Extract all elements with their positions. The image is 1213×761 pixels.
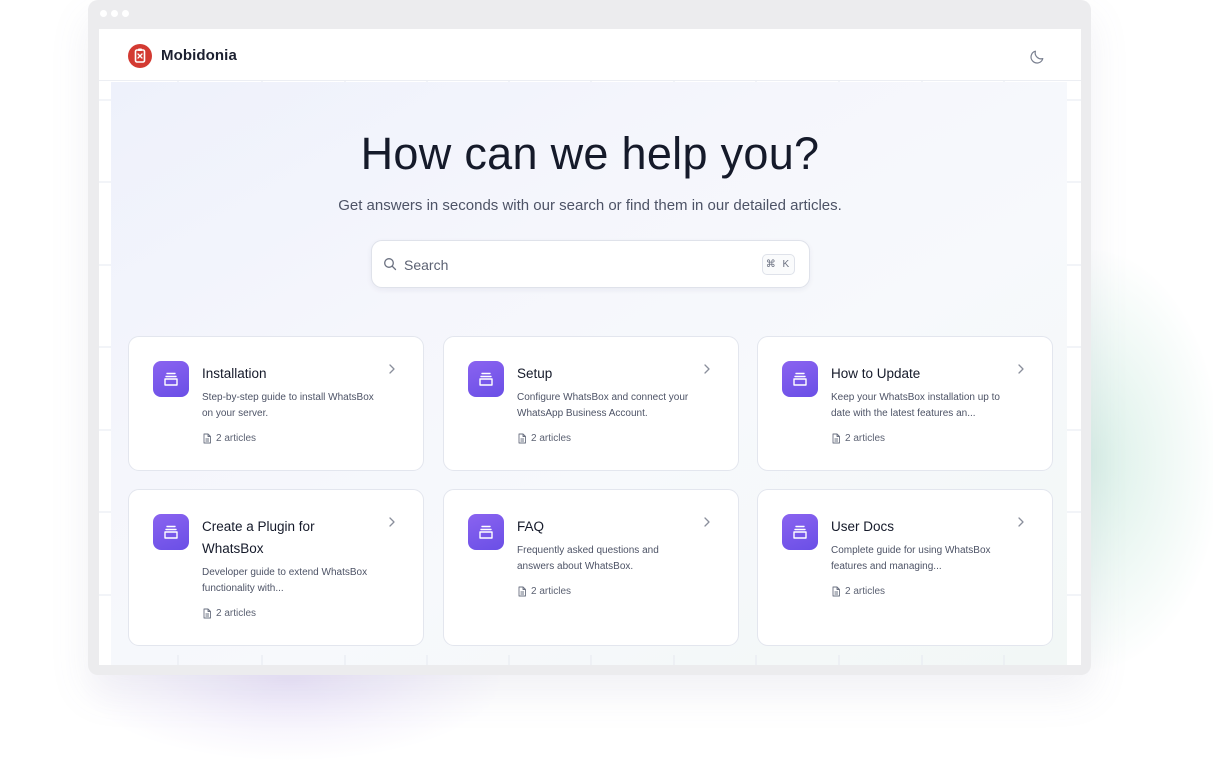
- document-icon: [832, 586, 840, 597]
- category-title: Create a Plugin for WhatsBox: [202, 519, 315, 556]
- window-dot: [122, 10, 129, 17]
- category-card-how-to-update[interactable]: How to Update Keep your WhatsBox install…: [757, 336, 1053, 471]
- category-title: User Docs: [831, 519, 895, 534]
- category-title: How to Update: [831, 366, 921, 381]
- category-title: Setup: [517, 366, 553, 381]
- document-icon: [203, 608, 211, 619]
- category-meta-text: 2 articles: [845, 586, 886, 597]
- category-card-user-docs[interactable]: User Docs Complete guide for using Whats…: [757, 489, 1053, 646]
- category-meta-text: 2 articles: [216, 433, 257, 444]
- chevron-right-icon: [704, 364, 710, 374]
- document-icon: [203, 433, 211, 444]
- category-card-installation[interactable]: Installation Step-by-step guide to insta…: [128, 336, 424, 471]
- category-article-count: 2 articles: [202, 608, 256, 619]
- category-title: Installation: [202, 366, 267, 381]
- category-folder-icon: [782, 514, 818, 550]
- category-folder-icon: [782, 361, 818, 397]
- chevron-right-icon: [704, 517, 710, 527]
- window-dot: [111, 10, 118, 17]
- category-article-count: 2 articles: [831, 433, 885, 444]
- search-placeholder: Search: [404, 257, 449, 273]
- category-description: Step-by-step guide to install WhatsBox o…: [202, 392, 374, 419]
- window-dot: [100, 10, 107, 17]
- category-article-count: 2 articles: [517, 586, 571, 597]
- search-input[interactable]: Search ⌘ K: [371, 240, 810, 288]
- category-description: Configure WhatsBox and connect your What…: [517, 392, 689, 419]
- chevron-right-icon: [389, 517, 395, 527]
- category-card-create-plugin[interactable]: Create a Plugin for WhatsBox Developer g…: [128, 489, 424, 646]
- brand-logo-icon[interactable]: [128, 44, 152, 68]
- window-controls: [100, 10, 129, 17]
- chevron-right-icon: [389, 364, 395, 374]
- app-window: Mobidonia How can we help you? Get answe…: [99, 29, 1081, 665]
- chevron-right-icon: [1018, 517, 1024, 527]
- category-article-count: 2 articles: [202, 433, 256, 444]
- category-folder-icon: [153, 361, 189, 397]
- category-meta-text: 2 articles: [216, 608, 257, 619]
- brand-name[interactable]: Mobidonia: [161, 47, 237, 64]
- document-icon: [518, 433, 526, 444]
- top-navigation-bar: Mobidonia: [99, 29, 1081, 81]
- document-icon: [832, 433, 840, 444]
- screenshot-stage: Mobidonia How can we help you? Get answe…: [0, 0, 1213, 761]
- category-folder-icon: [468, 361, 504, 397]
- search-icon: [384, 258, 397, 271]
- dark-mode-toggle[interactable]: [1029, 47, 1047, 65]
- moon-icon: [1030, 50, 1044, 64]
- category-meta-text: 2 articles: [531, 433, 572, 444]
- category-card-faq[interactable]: FAQ Frequently asked questions and answe…: [443, 489, 739, 646]
- category-description: Developer guide to extend WhatsBox funct…: [202, 567, 368, 594]
- category-card-setup[interactable]: Setup Configure WhatsBox and connect you…: [443, 336, 739, 471]
- category-folder-icon: [153, 514, 189, 550]
- category-folder-icon: [468, 514, 504, 550]
- chevron-right-icon: [1018, 364, 1024, 374]
- category-article-count: 2 articles: [517, 433, 571, 444]
- page-subtitle: Get answers in seconds with our search o…: [338, 197, 842, 214]
- category-title: FAQ: [517, 519, 545, 534]
- document-icon: [518, 586, 526, 597]
- category-meta-text: 2 articles: [531, 586, 572, 597]
- category-description: Complete guide for using WhatsBox featur…: [831, 545, 991, 572]
- page-title: How can we help you?: [360, 128, 820, 179]
- category-description: Keep your WhatsBox installation up to da…: [831, 392, 1000, 419]
- search-shortcut-hint: ⌘ K: [762, 254, 795, 275]
- category-description: Frequently asked questions and answers a…: [517, 545, 659, 572]
- category-meta-text: 2 articles: [845, 433, 886, 444]
- category-article-count: 2 articles: [831, 586, 885, 597]
